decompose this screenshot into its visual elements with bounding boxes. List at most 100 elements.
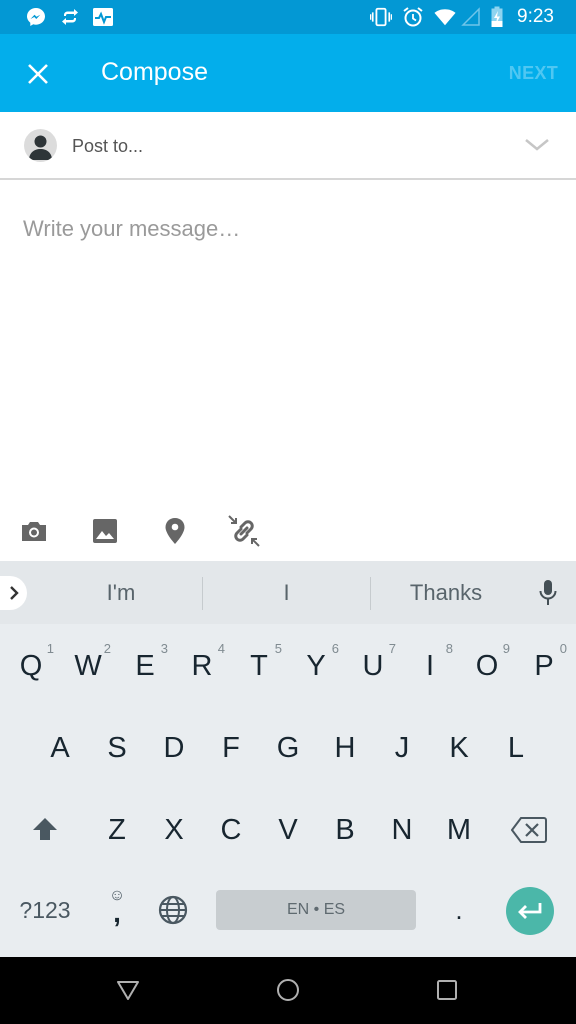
post-to-selector[interactable]: Post to...	[0, 112, 576, 180]
key-label: R	[191, 649, 213, 682]
wifi-icon	[434, 6, 456, 28]
cellular-signal-icon	[460, 6, 482, 28]
enter-key[interactable]	[506, 887, 554, 935]
navigation-bar	[0, 957, 576, 1024]
shift-key[interactable]	[20, 795, 70, 865]
key-w[interactable]: W2	[63, 631, 113, 701]
backspace-icon	[511, 817, 547, 843]
key-label: T	[250, 649, 268, 682]
key-label: E	[135, 649, 155, 682]
language-key[interactable]	[148, 875, 198, 945]
key-n[interactable]: N	[377, 795, 427, 865]
status-bar: 9:23	[0, 0, 576, 34]
app-bar: Compose NEXT	[0, 34, 576, 112]
key-m[interactable]: M	[434, 795, 484, 865]
messenger-icon	[25, 6, 47, 28]
key-b[interactable]: B	[320, 795, 370, 865]
key-p[interactable]: P0	[519, 631, 569, 701]
key-label: I	[425, 649, 435, 682]
key-a[interactable]: A	[35, 713, 85, 783]
backspace-key[interactable]	[504, 795, 554, 865]
key-hint: 4	[217, 641, 225, 656]
camera-icon	[22, 522, 46, 541]
camera-button[interactable]	[16, 513, 52, 549]
key-hint: 9	[502, 641, 510, 656]
key-z[interactable]: Z	[92, 795, 142, 865]
battery-charging-icon	[486, 6, 508, 28]
key-d[interactable]: D	[149, 713, 199, 783]
key-j[interactable]: J	[377, 713, 427, 783]
avatar	[24, 129, 57, 162]
key-h[interactable]: H	[320, 713, 370, 783]
key-o[interactable]: O9	[462, 631, 512, 701]
period-key[interactable]: .	[434, 875, 484, 945]
key-e[interactable]: E3	[120, 631, 170, 701]
symbols-key[interactable]: ?123	[14, 875, 76, 945]
voice-input-button[interactable]	[534, 578, 562, 608]
key-hint: 3	[160, 641, 168, 656]
alarm-icon	[402, 6, 424, 28]
key-hint: 0	[559, 641, 567, 656]
space-key[interactable]: EN • ES	[216, 890, 416, 930]
suggestion-3[interactable]: Thanks	[371, 561, 521, 624]
back-button[interactable]	[110, 975, 146, 1005]
page-title: Compose	[101, 58, 208, 86]
vibrate-icon	[370, 6, 392, 28]
suggestion-2[interactable]: I	[203, 561, 370, 624]
key-hint: 2	[103, 641, 111, 656]
activity-monitor-icon	[92, 6, 114, 28]
next-button[interactable]: NEXT	[509, 63, 558, 84]
key-v[interactable]: V	[263, 795, 313, 865]
key-k[interactable]: K	[434, 713, 484, 783]
suggestion-bar: I'm I Thanks	[0, 561, 576, 624]
back-icon	[117, 981, 139, 1000]
key-i[interactable]: I8	[405, 631, 455, 701]
key-label: U	[362, 649, 384, 682]
key-g[interactable]: G	[263, 713, 313, 783]
key-q[interactable]: Q1	[6, 631, 56, 701]
key-hint: 7	[388, 641, 396, 656]
key-u[interactable]: U7	[348, 631, 398, 701]
comma-emoji-key[interactable]: ☺ ,	[92, 875, 142, 945]
keyboard: I'm I Thanks Q1W2E3R4T5Y6U7I8O9P0 ASDFGH…	[0, 561, 576, 957]
post-to-placeholder: Post to...	[72, 136, 144, 156]
location-button[interactable]	[157, 513, 193, 549]
person-icon	[29, 135, 52, 160]
comma-label: ,	[113, 897, 121, 928]
key-t[interactable]: T5	[234, 631, 284, 701]
key-s[interactable]: S	[92, 713, 142, 783]
recents-button[interactable]	[429, 975, 465, 1005]
globe-icon	[158, 895, 188, 925]
close-icon	[28, 64, 48, 84]
key-hint: 1	[46, 641, 54, 656]
key-label: O	[475, 649, 499, 682]
expand-suggestions-button[interactable]	[0, 576, 27, 610]
key-c[interactable]: C	[206, 795, 256, 865]
key-r[interactable]: R4	[177, 631, 227, 701]
key-hint: 8	[445, 641, 453, 656]
status-time: 9:23	[517, 6, 554, 27]
sync-icon	[59, 6, 81, 28]
enter-arrow-icon	[518, 903, 542, 919]
location-pin-icon	[165, 518, 185, 544]
home-button[interactable]	[270, 975, 306, 1005]
home-icon	[277, 979, 299, 1001]
key-x[interactable]: X	[149, 795, 199, 865]
recents-icon	[437, 980, 457, 1000]
attachment-toolbar	[0, 505, 576, 561]
gallery-button[interactable]	[87, 513, 123, 549]
shift-arrow-icon	[33, 818, 57, 840]
key-y[interactable]: Y6	[291, 631, 341, 701]
suggestion-1[interactable]: I'm	[40, 561, 202, 624]
message-input[interactable]	[0, 182, 576, 502]
key-hint: 6	[331, 641, 339, 656]
key-l[interactable]: L	[491, 713, 541, 783]
link-button[interactable]	[226, 513, 262, 549]
key-label: Q	[19, 649, 43, 682]
key-label: W	[74, 649, 102, 682]
key-label: P	[534, 649, 554, 682]
key-hint: 5	[274, 641, 282, 656]
key-f[interactable]: F	[206, 713, 256, 783]
close-button[interactable]	[20, 56, 56, 92]
image-icon	[93, 519, 117, 543]
